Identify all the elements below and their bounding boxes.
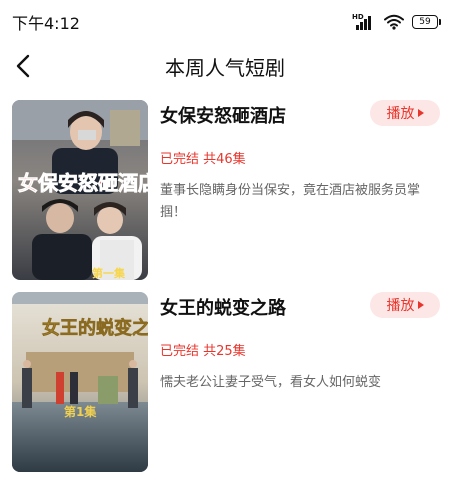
drama-title[interactable]: 女王的蜕变之路 (160, 294, 286, 320)
drama-status: 已完结 共25集 (160, 344, 246, 359)
drama-title[interactable]: 女保安怒砸酒店 (160, 102, 286, 128)
play-label: 播放 (386, 106, 415, 122)
status-icons: HD 59 (352, 12, 441, 32)
poster-title: 女王的蜕变之路 (42, 317, 148, 339)
play-button[interactable]: 播放 (370, 100, 440, 126)
poster-image: 女保安怒砸酒店 第一集 (12, 100, 148, 280)
play-button[interactable]: 播放 (370, 292, 440, 318)
drama-poster[interactable]: 女保安怒砸酒店 第一集 (12, 100, 148, 280)
drama-item[interactable]: 女保安怒砸酒店 第一集 女保安怒砸酒店 播放 已完结 共46集 董事长隐瞒身份当… (0, 100, 450, 280)
poster-badge: 第一集 (92, 266, 126, 280)
play-label: 播放 (386, 298, 415, 314)
drama-info: 女王的蜕变之路 播放 已完结 共25集 懦夫老公让妻子受气，看女人如何蜕变 (160, 292, 440, 472)
play-icon (417, 109, 424, 117)
poster-badge: 第1集 (64, 404, 97, 419)
page-title: 本周人气短剧 (165, 56, 285, 80)
drama-item[interactable]: 女王的蜕变之路 第1集 女王的蜕变之路 播放 已完结 共25集 懦夫老公让妻子受… (0, 292, 450, 472)
nav-bar: 本周人气短剧 (0, 46, 450, 86)
wifi-icon (384, 14, 404, 30)
drama-poster[interactable]: 女王的蜕变之路 第1集 (12, 292, 148, 472)
drama-description: 董事长隐瞒身份当保安，竟在酒店被服务员掌掴！ (160, 183, 421, 220)
poster-image: 女王的蜕变之路 第1集 (12, 292, 148, 472)
battery-level: 59 (419, 17, 431, 27)
signal-icon: HD (352, 14, 376, 30)
drama-info: 女保安怒砸酒店 播放 已完结 共46集 董事长隐瞒身份当保安，竟在酒店被服务员掌… (160, 100, 440, 280)
drama-description: 懦夫老公让妻子受气，看女人如何蜕变 (160, 375, 382, 390)
status-time: 下午4:12 (12, 14, 80, 33)
drama-status: 已完结 共46集 (160, 152, 246, 167)
poster-title: 女保安怒砸酒店 (18, 171, 148, 195)
battery-icon: 59 (412, 15, 441, 29)
status-bar: 下午4:12 HD 59 (0, 0, 450, 46)
play-icon (417, 301, 424, 309)
